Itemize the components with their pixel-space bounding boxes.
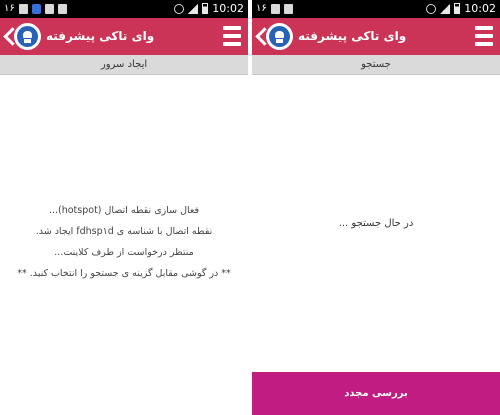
back-arrow-icon[interactable] (255, 27, 265, 45)
clock: 10:02 (464, 2, 496, 15)
notification-count: ۱۶ (256, 3, 267, 14)
android-logo-icon[interactable] (14, 23, 41, 50)
retry-button[interactable]: بررسی مجدد (252, 372, 500, 415)
hamburger-menu-icon[interactable] (475, 26, 493, 46)
image-notification-icon (270, 3, 280, 14)
message-line: ** در گوشی مقابل گزینه ی جستجو را انتخاب… (17, 268, 231, 279)
app-title: وای تاکی پیشرفته (298, 29, 407, 43)
server-content: فعال سازی نقطه اتصال (hotspot)... نقطه ا… (0, 76, 248, 415)
notification-count: ۱۶ (4, 3, 15, 14)
status-bar-notifications: ۱۶ (4, 3, 67, 14)
right-screen: ۱۶ 10:02 وای تاکی پیشرفته جستجو در حال ج… (252, 0, 500, 415)
hamburger-menu-icon[interactable] (223, 26, 241, 46)
battery-icon (454, 3, 461, 14)
clock: 10:02 (212, 2, 244, 15)
image-notification-icon (283, 3, 293, 14)
search-content: در حال جستجو ... (252, 76, 500, 415)
status-bar: ۱۶ 10:02 (252, 0, 500, 18)
app-bar: وای تاکی پیشرفته (0, 18, 248, 55)
wifi-notification-icon (18, 3, 28, 14)
battery-icon (202, 3, 209, 14)
left-screen: ۱۶ 10:02 وای تاکی پیشرفته ایجاد سرور فعا… (0, 0, 248, 415)
signal-icon (440, 3, 451, 14)
message-line: نقطه اتصال با شناسه ی fdhsp۱d ایجاد شد. (35, 226, 213, 237)
status-bar-system: 10:02 (174, 2, 244, 15)
app-bar: وای تاکی پیشرفته (252, 18, 500, 55)
alarm-icon (426, 3, 437, 14)
message-line: منتظر درخواست از طرف کلاینت... (54, 247, 194, 258)
image-notification-icon (44, 3, 54, 14)
status-bar: ۱۶ 10:02 (0, 0, 248, 18)
image-notification-icon (57, 3, 67, 14)
alarm-icon (174, 3, 185, 14)
sub-header: ایجاد سرور (0, 55, 248, 75)
signal-icon (188, 3, 199, 14)
app-title: وای تاکی پیشرفته (46, 29, 155, 43)
server-messages: فعال سازی نقطه اتصال (hotspot)... نقطه ا… (0, 200, 248, 284)
android-logo-icon[interactable] (266, 23, 293, 50)
status-bar-system: 10:02 (426, 2, 496, 15)
back-arrow-icon[interactable] (3, 27, 13, 45)
check-notification-icon (31, 3, 41, 14)
message-line: فعال سازی نقطه اتصال (hotspot)... (48, 205, 200, 216)
sub-header: جستجو (252, 55, 500, 75)
status-bar-notifications: ۱۶ (256, 3, 293, 14)
searching-status: در حال جستجو ... (338, 218, 414, 229)
